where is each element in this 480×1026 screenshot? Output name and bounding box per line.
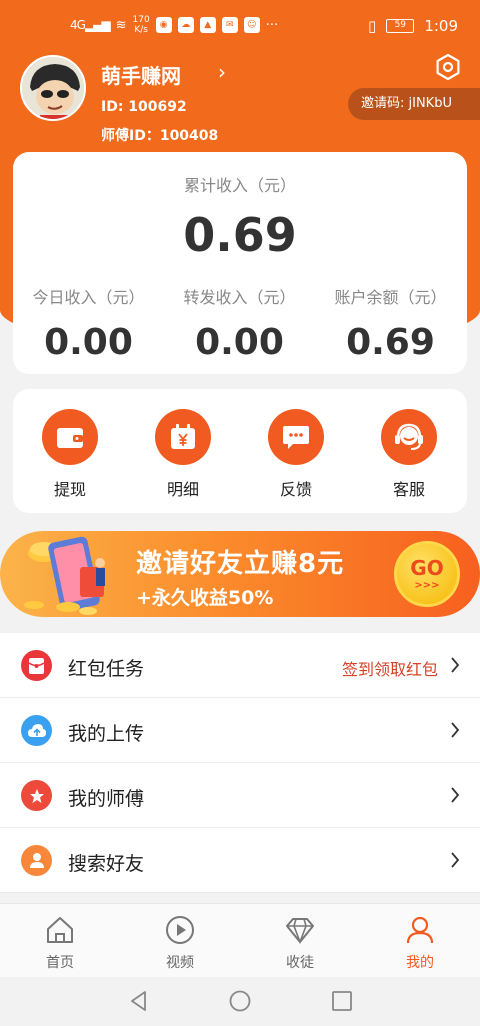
system-nav-bar <box>0 977 480 1026</box>
battery-icon: 59 <box>386 19 415 33</box>
tab-label-home: 首页 <box>46 955 74 971</box>
go-label: GO <box>410 556 444 580</box>
chevron-right-icon <box>451 852 460 868</box>
star-icon <box>21 780 52 811</box>
tab-home[interactable]: 首页 <box>20 914 100 972</box>
go-button[interactable]: GO >>> <box>394 541 460 607</box>
detail-label: 明细 <box>166 480 199 499</box>
notification-app-icon: ◉ <box>155 17 172 33</box>
forward-income-value: 0.00 <box>195 322 284 363</box>
today-income-label: 今日收入（元） <box>32 288 145 307</box>
tab-label-recruit: 收徒 <box>286 955 314 971</box>
headset-icon <box>381 409 437 465</box>
banner-title: 邀请好友立赚8元 <box>136 549 345 579</box>
detail-button[interactable]: 明细 <box>133 409 233 500</box>
tab-recruit[interactable]: 收徒 <box>260 914 340 972</box>
notification-app-icon: ☁ <box>177 17 194 33</box>
wallet-icon <box>42 409 98 465</box>
income-card: 累计收入（元） 0.69 今日收入（元） 0.00 转发收入（元） 0.00 账… <box>13 152 467 374</box>
recents-icon[interactable] <box>330 989 354 1013</box>
feedback-button[interactable]: 反馈 <box>246 409 346 500</box>
balance: 账户余额（元） 0.69 <box>315 284 466 363</box>
tab-mine[interactable]: 我的 <box>380 914 460 972</box>
bottom-tab-bar: 首页 视频 收徒 我的 <box>0 903 480 977</box>
menu-item-master[interactable]: 我的师傅 <box>0 763 480 828</box>
banner-subtitle: +永久收益50% <box>136 587 274 609</box>
action-card: 提现 明细 反馈 客服 <box>13 389 467 513</box>
menu-item-upload[interactable]: 我的上传 <box>0 698 480 763</box>
total-income-value: 0.69 <box>183 208 297 262</box>
user-id: ID: 100692 <box>101 99 187 115</box>
menu-item-search-friends[interactable]: 搜索好友 <box>0 828 480 893</box>
invite-banner[interactable]: 邀请好友立赚8元 +永久收益50% GO >>> <box>0 531 480 617</box>
home-icon <box>47 917 73 943</box>
tab-video[interactable]: 视频 <box>140 914 220 972</box>
wifi-icon: ≋ <box>115 17 127 33</box>
master-id: 师傅ID：100408 <box>101 128 219 144</box>
play-icon <box>166 916 194 944</box>
menu-label-search-friends: 搜索好友 <box>68 853 145 875</box>
tab-label-video: 视频 <box>166 955 194 971</box>
total-income-label: 累计收入（元） <box>183 176 296 195</box>
wechat-icon: ✉ <box>221 17 238 33</box>
notification-app-icon: ▲ <box>199 17 216 33</box>
forward-income: 转发收入（元） 0.00 <box>164 284 315 363</box>
home-circle-icon[interactable] <box>228 989 252 1013</box>
settings-icon[interactable] <box>434 53 462 81</box>
signal-icon: 4G▂▄▆ <box>70 18 111 32</box>
withdraw-button[interactable]: 提现 <box>20 409 120 500</box>
feedback-label: 反馈 <box>279 480 312 499</box>
today-income-value: 0.00 <box>44 322 133 363</box>
chevron-right-icon <box>451 722 460 738</box>
today-income: 今日收入（元） 0.00 <box>13 284 164 363</box>
more-notifications-icon: ··· <box>265 17 279 33</box>
menu-item-redpacket[interactable]: 红包任务 签到领取红包 <box>0 633 480 698</box>
status-bar: 4G▂▄▆ ≋ 170 K/s ◉ ☁ ▲ ✉ ☺ ··· ▯ 59 1:09 <box>0 0 480 56</box>
balance-value: 0.69 <box>346 322 435 363</box>
balance-label: 账户余额（元） <box>334 288 447 307</box>
chevron-right-icon <box>451 657 460 673</box>
vibrate-icon: ▯ <box>368 17 377 35</box>
red-packet-icon <box>21 650 52 681</box>
chat-bubble-icon <box>268 409 324 465</box>
diamond-icon <box>286 918 314 945</box>
person-icon <box>21 845 52 876</box>
customer-service-button[interactable]: 客服 <box>359 409 459 500</box>
back-icon[interactable] <box>127 989 151 1013</box>
forward-income-label: 转发收入（元） <box>183 288 296 307</box>
notification-app-icon: ☺ <box>243 17 260 33</box>
menu-label-upload: 我的上传 <box>68 723 145 745</box>
network-speed: 170 K/s <box>132 15 150 35</box>
nickname[interactable]: 萌手赚网 <box>101 60 181 89</box>
menu-label-master: 我的师傅 <box>68 788 145 810</box>
user-icon <box>406 916 434 944</box>
cloud-upload-icon <box>21 715 52 746</box>
avatar[interactable] <box>20 55 86 121</box>
signin-redpacket-hint: 签到领取红包 <box>341 660 438 679</box>
go-arrows: >>> <box>414 580 440 591</box>
chevron-right-icon <box>451 787 460 803</box>
calendar-yen-icon <box>155 409 211 465</box>
chevron-right-icon[interactable]: › <box>218 60 226 84</box>
clock: 1:09 <box>424 17 458 35</box>
status-left: 4G▂▄▆ ≋ 170 K/s ◉ ☁ ▲ ✉ ☺ ··· <box>70 15 278 35</box>
tab-label-mine: 我的 <box>406 955 434 971</box>
menu-list: 红包任务 签到领取红包 我的上传 我的师傅 搜索好友 <box>0 633 480 893</box>
phone-illustration <box>24 536 105 615</box>
invite-code-badge[interactable]: 邀请码: jINKbU <box>348 88 480 120</box>
withdraw-label: 提现 <box>53 480 86 499</box>
menu-label-redpacket: 红包任务 <box>68 658 145 680</box>
customer-service-label: 客服 <box>392 480 425 499</box>
status-right: ▯ 59 1:09 <box>368 17 458 35</box>
